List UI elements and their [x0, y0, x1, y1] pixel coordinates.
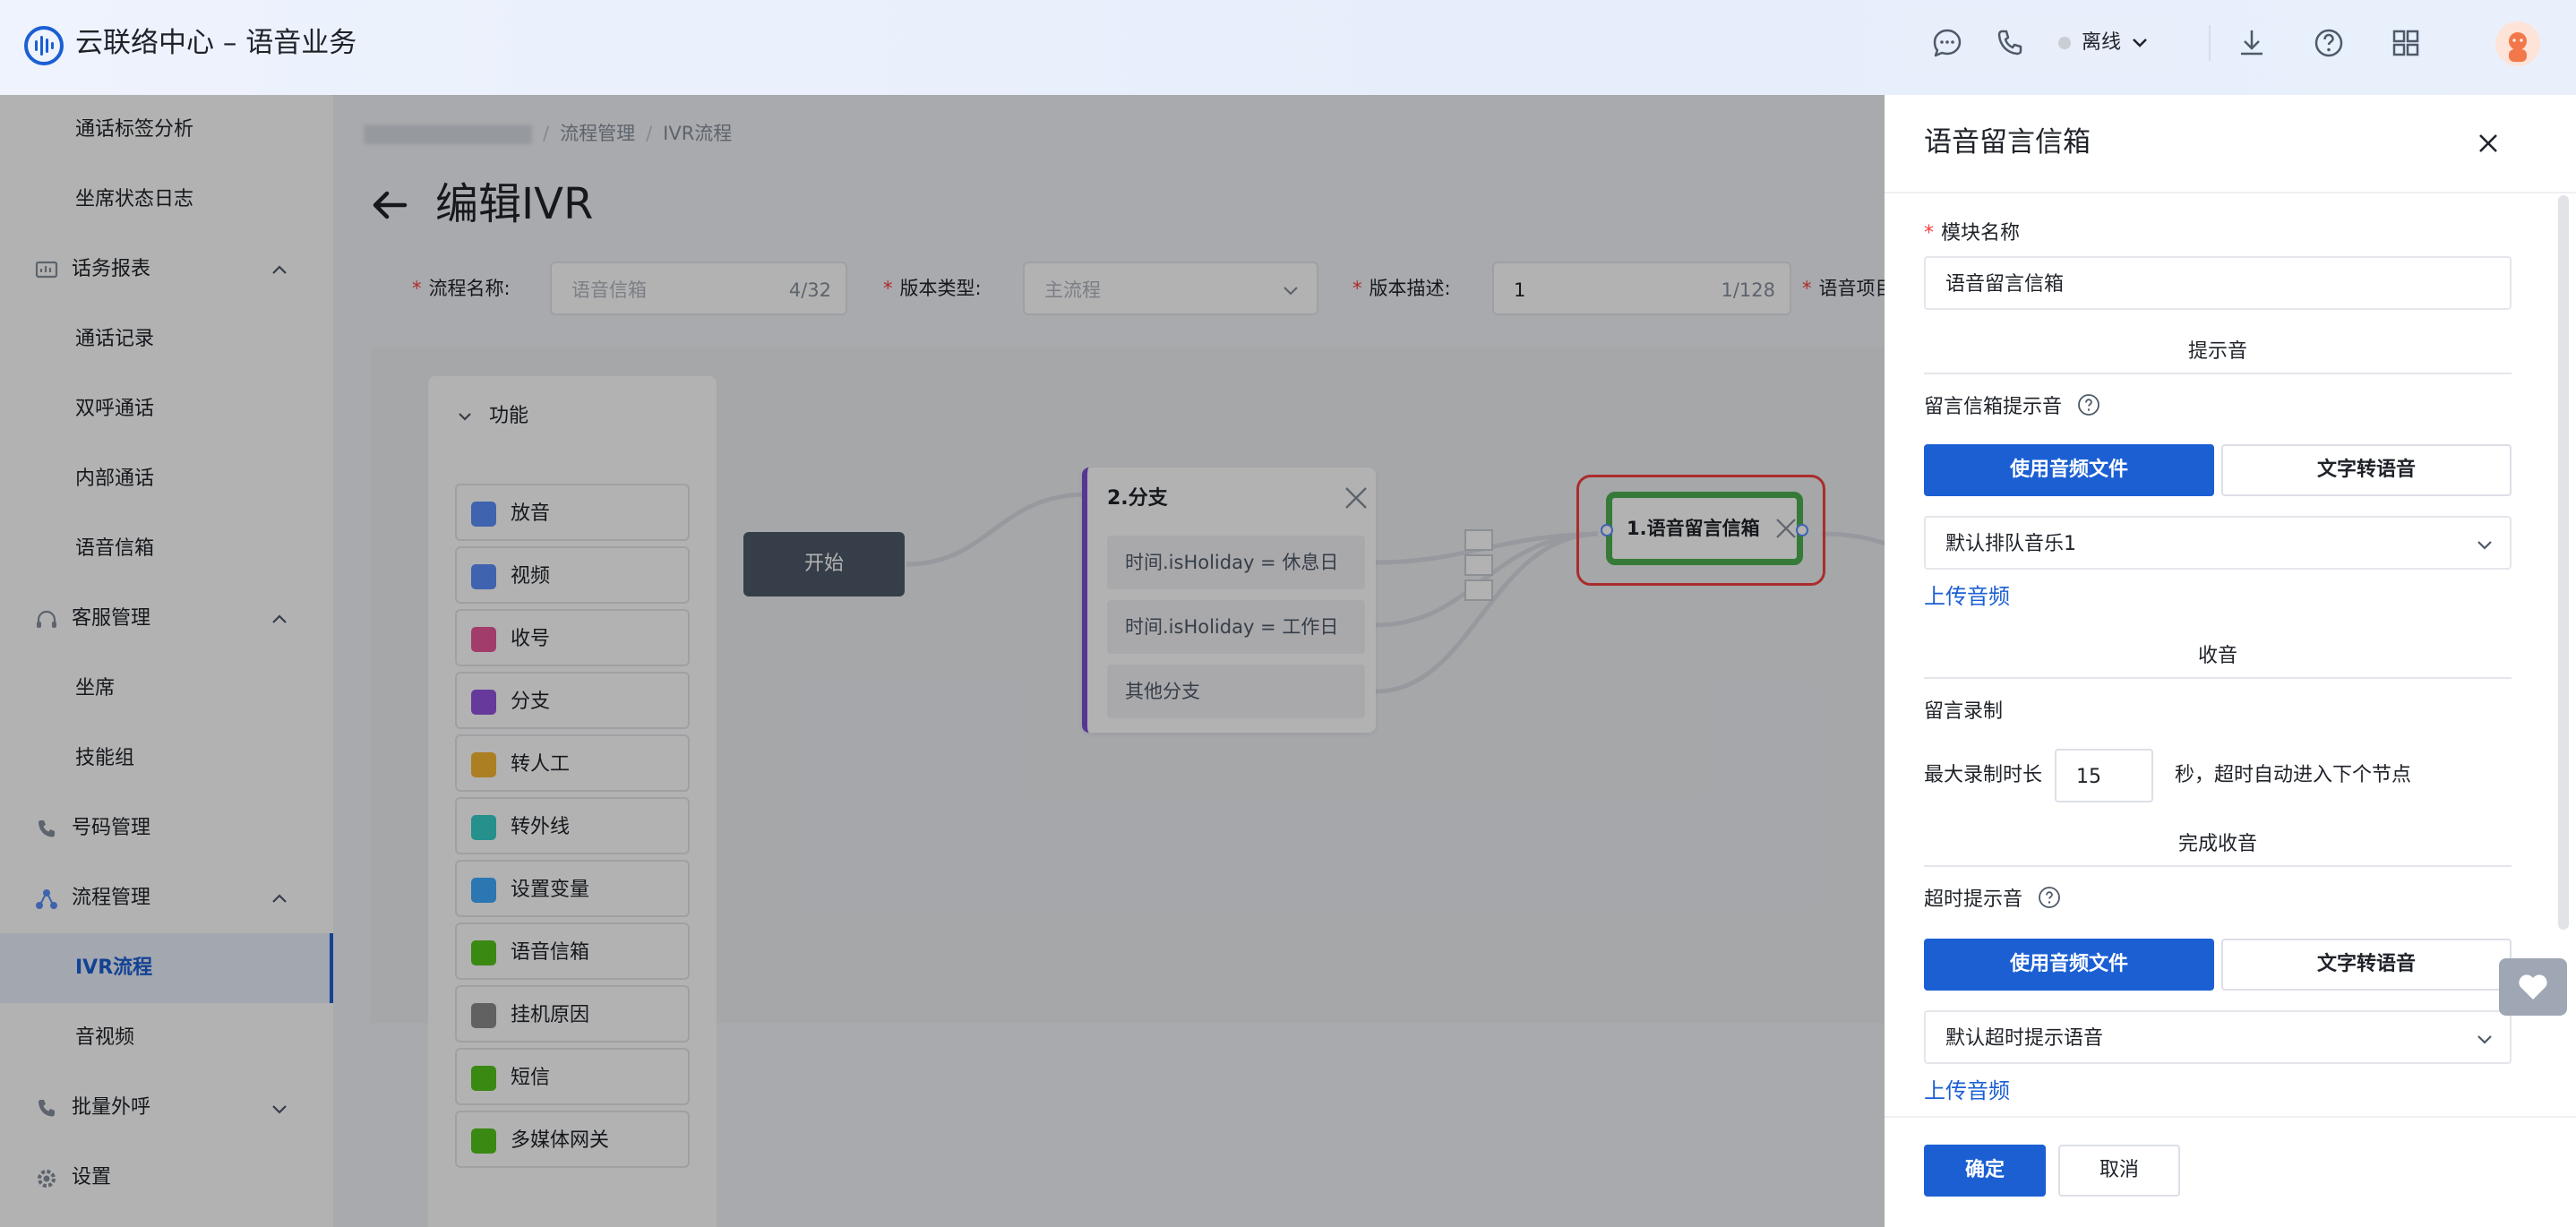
heart-icon [2519, 974, 2547, 1000]
chat-icon[interactable] [1929, 25, 1965, 61]
mailbox-prompt-label: 留言信箱提示音 [1924, 392, 2100, 423]
upload-audio-link[interactable]: 上传音频 [1924, 580, 2010, 613]
section-title-record: 收音 [2197, 645, 2237, 667]
record-label: 留言录制 [1924, 700, 2004, 723]
max-duration-hint: 秒，超时自动进入下个节点 [2175, 764, 2412, 786]
avatar[interactable] [2495, 21, 2540, 66]
use-audio-file-button[interactable]: 使用音频文件 [1924, 939, 2214, 991]
cancel-button[interactable]: 取消 [2058, 1145, 2180, 1197]
help-icon[interactable] [2311, 25, 2347, 61]
divider [1885, 192, 2576, 193]
max-duration-input[interactable]: 15 [2055, 749, 2153, 802]
section-title-finish: 完成收音 [2177, 833, 2257, 855]
use-audio-file-button[interactable]: 使用音频文件 [1924, 444, 2214, 496]
module-name-label: * 模块名称 [1924, 222, 2021, 245]
section-divider [1924, 865, 2512, 867]
divider [2209, 25, 2211, 61]
chevron-down-icon [2477, 541, 2492, 550]
timeout-prompt-label: 超时提示音 [1924, 885, 2061, 915]
confirm-button[interactable]: 确定 [1924, 1145, 2046, 1197]
app-title: 云联络中心 – 语音业务 [75, 27, 357, 59]
chevron-down-icon[interactable] [2130, 32, 2150, 52]
help-icon[interactable] [2077, 393, 2100, 416]
drawer-scrollbar[interactable] [2558, 195, 2569, 930]
max-duration-label: 最大录制时长 [1924, 764, 2043, 786]
logo-icon [24, 26, 64, 65]
download-icon[interactable] [2234, 25, 2270, 61]
timeout-audio-select[interactable]: 默认超时提示语音 [1924, 1010, 2512, 1064]
section-title-prompt: 提示音 [2187, 340, 2247, 363]
apps-grid-icon[interactable] [2388, 25, 2424, 61]
phone-icon[interactable] [1992, 25, 2028, 61]
drawer-footer: 确定 取消 [1885, 1116, 2576, 1227]
section-divider [1924, 373, 2512, 374]
help-icon[interactable] [2038, 886, 2061, 909]
favorite-button[interactable] [2499, 958, 2567, 1016]
close-icon[interactable] [2470, 125, 2506, 161]
prompt-audio-select[interactable]: 默认排队音乐1 [1924, 516, 2512, 570]
chevron-down-icon [2477, 1035, 2492, 1044]
text-to-speech-button[interactable]: 文字转语音 [2221, 444, 2512, 496]
module-name-input[interactable]: 语音留言信箱 [1924, 256, 2512, 310]
text-to-speech-button[interactable]: 文字转语音 [2221, 939, 2512, 991]
upload-audio-link[interactable]: 上传音频 [1924, 1075, 2010, 1107]
top-bar: 云联络中心 – 语音业务 离线 [0, 0, 2576, 95]
section-divider [1924, 677, 2512, 679]
drawer-title: 语音留言信箱 [1924, 126, 2091, 159]
voicemail-config-drawer: 语音留言信箱 * 模块名称 语音留言信箱 提示音 留言信箱提示音 使用音频文件 文… [1885, 95, 2576, 1227]
status-dot [2058, 37, 2071, 49]
status-label[interactable]: 离线 [2082, 27, 2121, 59]
